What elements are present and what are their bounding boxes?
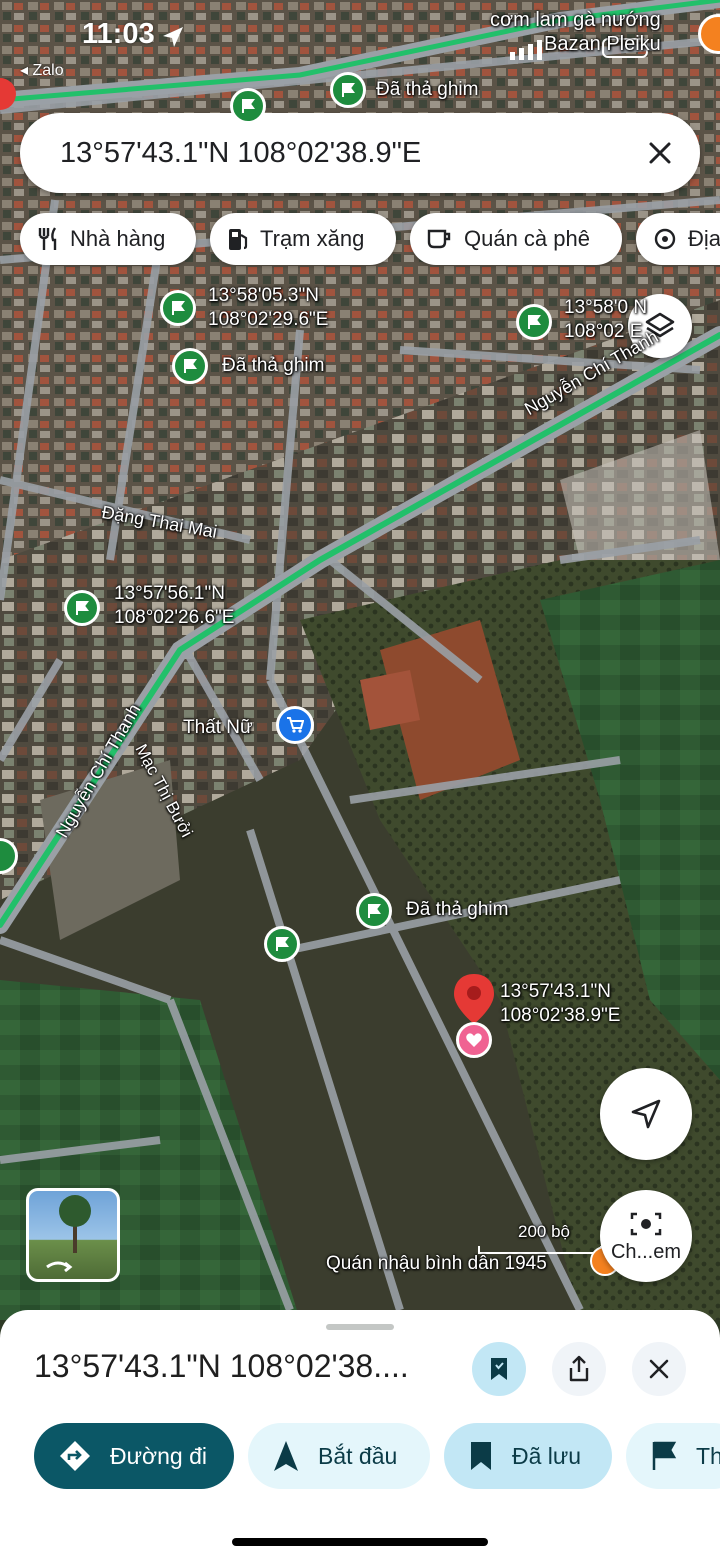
search-bar[interactable]: 13°57'43.1"N 108°02'38.9"E bbox=[20, 113, 700, 193]
camera-button-label: Ch...em bbox=[610, 1240, 682, 1263]
place-bottom-sheet[interactable]: 13°57'43.1"N 108°02'38.... Đường đi Bắt … bbox=[0, 1310, 720, 1560]
share-button[interactable] bbox=[552, 1342, 606, 1396]
camera-search-button[interactable]: Ch...em bbox=[600, 1190, 692, 1282]
home-indicator[interactable] bbox=[232, 1538, 488, 1546]
pin-label[interactable]: Đã thả ghim bbox=[222, 354, 324, 378]
pin-label[interactable]: 13°58'05.3"N 108°02'29.6"E bbox=[208, 284, 328, 332]
save-button[interactable] bbox=[472, 1342, 526, 1396]
label-button[interactable]: Th bbox=[626, 1423, 720, 1489]
close-icon[interactable] bbox=[646, 139, 674, 167]
camera-lens-icon bbox=[630, 1212, 662, 1235]
dropped-pin-marker[interactable] bbox=[64, 590, 100, 626]
shopping-cart-icon[interactable] bbox=[276, 706, 314, 744]
navigation-arrow-icon bbox=[631, 1099, 661, 1129]
dropped-pin-marker[interactable] bbox=[264, 926, 300, 962]
start-button[interactable]: Bắt đầu bbox=[248, 1423, 430, 1489]
place-label-top[interactable]: cơm lam gà nướng Bazan Pleiku bbox=[490, 8, 661, 56]
chip-gas-stations[interactable]: Trạm xăng bbox=[210, 213, 396, 265]
navigation-arrow-icon bbox=[274, 1441, 298, 1471]
dropped-pin-marker[interactable] bbox=[172, 348, 208, 384]
rotate-360-icon bbox=[46, 1195, 91, 1273]
pin-label[interactable]: Đã thả ghim bbox=[376, 78, 478, 102]
search-query[interactable]: 13°57'43.1"N 108°02'38.9"E bbox=[60, 137, 646, 170]
status-time: 11:03 bbox=[82, 18, 155, 50]
dropped-pin-marker[interactable] bbox=[230, 88, 266, 124]
back-to-app-link[interactable]: ◂ Zalo bbox=[20, 60, 64, 80]
chip-label: Trạm xăng bbox=[260, 226, 365, 251]
flag-icon bbox=[652, 1441, 677, 1470]
street-view-thumbnail[interactable] bbox=[26, 1188, 120, 1282]
saved-button[interactable]: Đã lưu bbox=[444, 1423, 612, 1489]
coffee-cup-icon bbox=[427, 229, 451, 249]
chip-label: Quán cà phê bbox=[464, 226, 590, 251]
gas-pump-icon bbox=[229, 229, 248, 250]
action-label: Th bbox=[696, 1442, 720, 1469]
pin-label[interactable]: 13°57'56.1"N 108°02'26.6"E bbox=[114, 582, 234, 630]
location-arrow-icon bbox=[163, 27, 183, 47]
action-label: Bắt đầu bbox=[318, 1442, 398, 1469]
flag-icon bbox=[184, 359, 197, 373]
my-location-button[interactable] bbox=[600, 1068, 692, 1160]
action-label: Đường đi bbox=[110, 1442, 207, 1469]
close-icon bbox=[649, 1359, 669, 1379]
close-sheet-button[interactable] bbox=[632, 1342, 686, 1396]
dropped-pin-marker[interactable] bbox=[160, 290, 196, 326]
action-label: Đã lưu bbox=[512, 1442, 582, 1469]
flag-icon bbox=[276, 937, 289, 951]
fork-knife-icon bbox=[38, 227, 57, 250]
flag-icon bbox=[342, 83, 355, 97]
dropped-pin-marker[interactable] bbox=[356, 893, 392, 929]
drag-handle[interactable] bbox=[326, 1324, 394, 1330]
selected-location-label[interactable]: 13°57'43.1"N 108°02'38.9"E bbox=[500, 980, 620, 1028]
flag-icon bbox=[242, 99, 255, 113]
flag-icon bbox=[528, 315, 541, 329]
place-label-bottom[interactable]: Quán nhậu bình dân 1945 bbox=[326, 1252, 547, 1276]
flag-icon bbox=[172, 301, 185, 315]
dropped-pin-marker[interactable] bbox=[330, 72, 366, 108]
directions-icon bbox=[60, 1441, 90, 1471]
chip-attractions[interactable]: Địa bbox=[636, 213, 720, 265]
map-scale-label: 200 bộ bbox=[518, 1222, 570, 1241]
bookmark-icon bbox=[491, 1358, 507, 1380]
share-icon bbox=[569, 1355, 589, 1382]
pin-label[interactable]: Đã thả ghim bbox=[406, 898, 508, 922]
bookmark-icon bbox=[471, 1442, 491, 1470]
flag-icon bbox=[76, 601, 89, 615]
dropped-pin-marker[interactable] bbox=[516, 304, 552, 340]
chip-label: Nhà hàng bbox=[70, 226, 166, 251]
heart-icon bbox=[456, 1022, 492, 1058]
map-view[interactable]: 11:03 ◂ Zalo cơm lam gà nướng Bazan Plei… bbox=[0, 0, 720, 1320]
chip-label: Địa bbox=[688, 226, 720, 251]
store-label[interactable]: Thất Nữ bbox=[183, 716, 253, 740]
place-title: 13°57'43.1"N 108°02'38.... bbox=[34, 1348, 409, 1384]
chip-restaurants[interactable]: Nhà hàng bbox=[20, 213, 196, 265]
chip-coffee[interactable]: Quán cà phê bbox=[410, 213, 622, 265]
flag-icon bbox=[368, 904, 381, 918]
directions-button[interactable]: Đường đi bbox=[34, 1423, 234, 1489]
landmark-icon bbox=[654, 228, 676, 250]
